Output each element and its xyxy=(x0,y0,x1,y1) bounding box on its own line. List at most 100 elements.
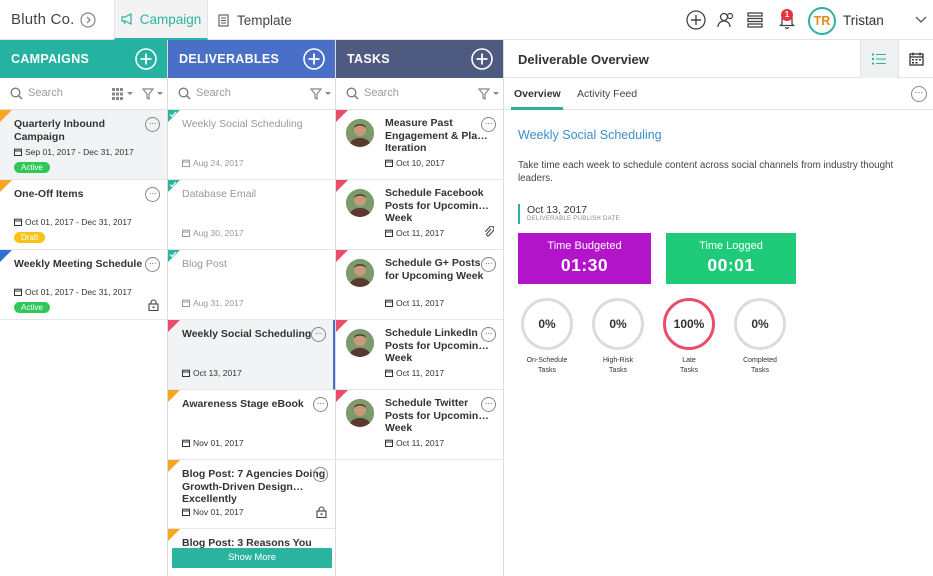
high-risk-label: High-Risk Tasks xyxy=(602,357,634,374)
active-tab-indicator xyxy=(511,107,563,110)
add-deliverable-icon[interactable] xyxy=(303,48,325,70)
campaigns-column: CAMPAIGNS Search Quarterly Inbound Campai… xyxy=(0,40,168,576)
more-options-icon[interactable]: ··· xyxy=(313,467,328,482)
tab-template[interactable]: Template xyxy=(218,0,292,40)
more-options-icon[interactable]: ··· xyxy=(481,327,496,342)
notification-badge: 1 xyxy=(781,9,793,21)
status-corner xyxy=(336,110,348,122)
deliverable-item[interactable]: Blog Post: 7 Agencies Doing Growth-Driven… xyxy=(168,460,335,529)
task-item[interactable]: Schedule G+ Posts for Upcoming Week ··· O… xyxy=(336,250,503,320)
chevron-down-icon[interactable] xyxy=(915,15,927,25)
tab-campaign[interactable]: Campaign xyxy=(114,0,208,40)
grid-view-icon[interactable] xyxy=(112,88,134,100)
add-circle-icon[interactable] xyxy=(686,10,706,30)
campaign-title: Quarterly Inbound Campaign xyxy=(14,118,106,143)
more-options-icon[interactable]: ··· xyxy=(145,187,160,202)
deliverable-title: Awareness Stage eBook xyxy=(182,398,304,410)
user-name[interactable]: Tristan xyxy=(843,13,884,28)
calendar-icon xyxy=(385,229,393,237)
more-options-icon[interactable]: ··· xyxy=(481,257,496,272)
more-options-icon[interactable]: ··· xyxy=(145,117,160,132)
campaign-item[interactable]: One-Off Items ··· Oct 01, 2017 - Dec 31,… xyxy=(0,180,167,250)
stack-icon[interactable] xyxy=(745,10,765,30)
deliverable-title: Weekly Social Scheduling xyxy=(182,328,312,340)
filter-icon[interactable] xyxy=(478,88,500,100)
task-date: Oct 11, 2017 xyxy=(385,438,444,448)
lock-icon xyxy=(316,506,327,518)
more-options-icon[interactable]: ··· xyxy=(481,397,496,412)
calendar-icon xyxy=(182,439,190,447)
filter-icon[interactable] xyxy=(310,88,332,100)
deliverable-item[interactable]: Weekly Social Scheduling ··· Oct 13, 201… xyxy=(168,320,335,390)
deliverables-search[interactable]: Search xyxy=(168,78,335,110)
show-more-button[interactable]: Show More xyxy=(172,548,332,568)
tasks-search[interactable]: Search xyxy=(336,78,503,110)
tab-overview[interactable]: Overview xyxy=(514,88,561,100)
deliverable-item[interactable]: Blog Post Aug 31, 2017 xyxy=(168,250,335,320)
deliverable-date: Oct 13, 2017 xyxy=(182,368,242,378)
search-icon xyxy=(10,87,23,100)
deliverable-overview-panel: Deliverable Overview Overview Activity F… xyxy=(505,40,933,576)
time-budgeted-label: Time Budgeted xyxy=(547,240,622,252)
status-corner xyxy=(168,529,180,541)
brand-name[interactable]: Bluth Co. xyxy=(11,11,75,28)
deliverable-item[interactable]: Awareness Stage eBook ··· Nov 01, 2017 xyxy=(168,390,335,460)
more-options-icon[interactable]: ··· xyxy=(311,327,326,342)
team-icon[interactable] xyxy=(716,10,736,30)
calendar-icon xyxy=(909,52,924,66)
deliverable-item[interactable]: Database Email Aug 30, 2017 xyxy=(168,180,335,250)
deliverable-date: Nov 01, 2017 xyxy=(182,438,244,448)
check-icon xyxy=(169,111,177,118)
deliverables-header-label: DELIVERABLES xyxy=(179,52,280,66)
campaign-item[interactable]: Quarterly Inbound Campaign ··· Sep 01, 20… xyxy=(0,110,167,180)
task-title: Schedule LinkedIn Posts for Upcomin… Week xyxy=(385,327,489,364)
time-logged-label: Time Logged xyxy=(699,240,763,252)
search-icon xyxy=(178,87,191,100)
status-badge: Draft xyxy=(14,232,46,243)
late-ring: 100% xyxy=(663,298,715,350)
campaigns-header: CAMPAIGNS xyxy=(0,40,167,78)
lock-icon xyxy=(148,299,159,311)
more-options-icon[interactable]: ··· xyxy=(145,257,160,272)
more-options-icon[interactable]: ··· xyxy=(481,117,496,132)
calendar-icon xyxy=(182,369,190,377)
deliverable-name[interactable]: Weekly Social Scheduling xyxy=(518,128,662,142)
calendar-icon xyxy=(385,369,393,377)
search-placeholder: Search xyxy=(28,87,63,99)
calendar-icon xyxy=(385,159,393,167)
list-view-button[interactable] xyxy=(860,40,898,78)
campaign-title: Weekly Meeting Schedule xyxy=(14,258,143,270)
task-item[interactable]: Schedule LinkedIn Posts for Upcomin… Week … xyxy=(336,320,503,390)
add-task-icon[interactable] xyxy=(471,48,493,70)
deliverable-item[interactable]: Weekly Social Scheduling Aug 24, 2017 xyxy=(168,110,335,180)
deliverable-description: Take time each week to schedule content … xyxy=(518,160,894,184)
avatar[interactable]: TR xyxy=(808,7,836,35)
more-options-icon[interactable]: ··· xyxy=(911,86,927,102)
task-date: Oct 11, 2017 xyxy=(385,228,444,238)
document-icon xyxy=(218,13,229,27)
campaign-dates: Sep 01, 2017 - Dec 31, 2017 xyxy=(14,147,134,157)
task-title: Measure Past Engagement & Pla… Iteration xyxy=(385,117,488,154)
task-item[interactable]: Schedule Facebook Posts for Upcomin… Week … xyxy=(336,180,503,250)
campaign-title: One-Off Items xyxy=(14,188,84,200)
calendar-view-button[interactable] xyxy=(898,40,933,78)
task-title: Schedule Twitter Posts for Upcomin… Week xyxy=(385,397,489,434)
campaigns-search[interactable]: Search xyxy=(0,78,167,110)
filter-icon[interactable] xyxy=(142,88,164,100)
status-corner xyxy=(336,320,348,332)
publish-date-label: DELIVERABLE PUBLISH DATE xyxy=(527,216,620,222)
campaign-item[interactable]: Weekly Meeting Schedule ··· Oct 01, 2017… xyxy=(0,250,167,320)
add-campaign-icon[interactable] xyxy=(135,48,157,70)
more-options-icon[interactable]: ··· xyxy=(313,397,328,412)
high-risk-ring: 0% xyxy=(592,298,644,350)
tab-campaign-label: Campaign xyxy=(139,11,202,27)
deliverable-title: Database Email xyxy=(182,188,257,200)
task-item[interactable]: Measure Past Engagement & Pla… Iteration ·… xyxy=(336,110,503,180)
chevron-right-circle-icon[interactable] xyxy=(80,12,96,28)
attachment-icon[interactable] xyxy=(484,226,494,238)
tasks-column: TASKS Search Measure Past Engagement & Pl… xyxy=(336,40,504,576)
status-corner xyxy=(336,250,348,262)
search-placeholder: Search xyxy=(364,87,399,99)
tab-activity-feed[interactable]: Activity Feed xyxy=(577,88,637,100)
task-item[interactable]: Schedule Twitter Posts for Upcomin… Week ·… xyxy=(336,390,503,460)
